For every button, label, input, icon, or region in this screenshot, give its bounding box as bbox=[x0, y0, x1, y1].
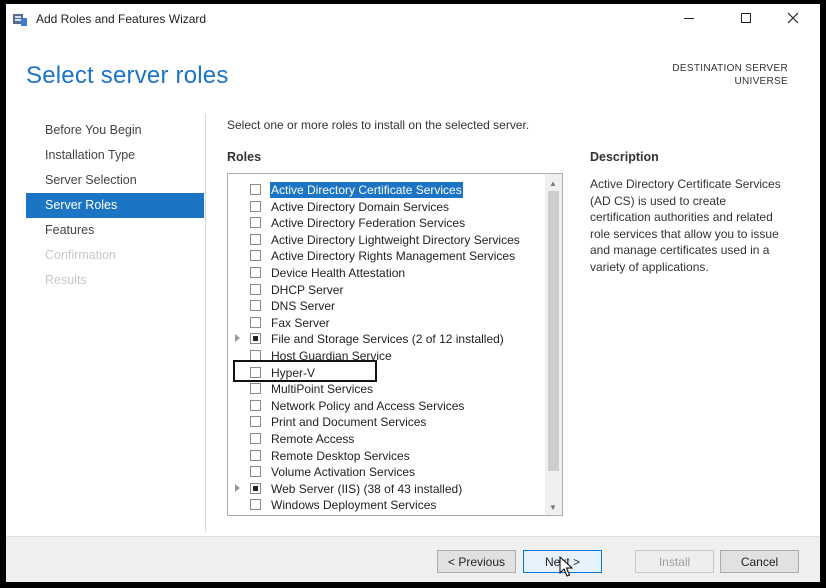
role-label: Active Directory Federation Services bbox=[271, 216, 466, 231]
title-bar[interactable]: Add Roles and Features Wizard bbox=[6, 4, 820, 34]
role-label: File and Storage Services (2 of 12 insta… bbox=[271, 332, 504, 347]
role-row[interactable]: DNS Server bbox=[228, 298, 546, 315]
description-text: Active Directory Certificate Services (A… bbox=[590, 177, 781, 274]
nav-item-features[interactable]: Features bbox=[26, 218, 204, 243]
role-label: Volume Activation Services bbox=[271, 465, 416, 480]
role-label: Remote Desktop Services bbox=[271, 448, 410, 463]
wizard-nav: Before You Begin Installation Type Serve… bbox=[26, 118, 204, 293]
role-row[interactable]: MultiPoint Services bbox=[228, 381, 546, 398]
description-heading: Description bbox=[590, 150, 659, 164]
scroll-up-arrow-icon[interactable]: ▲ bbox=[549, 179, 557, 188]
role-checkbox[interactable] bbox=[250, 482, 261, 494]
role-label: MultiPoint Services bbox=[271, 382, 374, 397]
role-label: Active Directory Domain Services bbox=[271, 199, 450, 214]
role-checkbox[interactable] bbox=[250, 432, 261, 444]
role-label: Network Policy and Access Services bbox=[271, 398, 465, 413]
role-row[interactable]: Remote Desktop Services bbox=[228, 448, 546, 465]
role-checkbox[interactable] bbox=[250, 466, 261, 478]
role-label: Print and Document Services bbox=[271, 415, 427, 430]
role-checkbox[interactable] bbox=[250, 233, 261, 245]
nav-item-results: Results bbox=[45, 273, 87, 287]
install-button: Install bbox=[635, 550, 714, 573]
minimize-button[interactable] bbox=[666, 4, 712, 32]
window-title: Add Roles and Features Wizard bbox=[36, 12, 207, 26]
role-checkbox[interactable] bbox=[250, 283, 261, 295]
role-row[interactable]: Active Directory Domain Services bbox=[228, 199, 546, 216]
role-row[interactable]: Active Directory Lightweight Directory S… bbox=[228, 232, 546, 249]
role-label: DNS Server bbox=[271, 299, 336, 314]
destination-server-info: DESTINATION SERVER UNIVERSE bbox=[672, 62, 788, 88]
close-button[interactable] bbox=[770, 4, 816, 32]
expand-arrow-icon[interactable] bbox=[235, 334, 240, 343]
roles-scrollbar[interactable]: ▲ ▼ bbox=[545, 174, 562, 515]
role-checkbox[interactable] bbox=[250, 399, 261, 411]
wizard-footer: < Previous Next > Install Cancel bbox=[6, 536, 820, 582]
role-checkbox[interactable] bbox=[250, 250, 261, 262]
roles-list-box[interactable]: Active Directory Certificate Services Act… bbox=[227, 173, 563, 516]
minimize-icon bbox=[684, 17, 694, 19]
role-row[interactable]: Device Health Attestation bbox=[228, 265, 546, 282]
nav-item-server-selection[interactable]: Server Selection bbox=[26, 168, 204, 193]
nav-item-installation-type[interactable]: Installation Type bbox=[26, 143, 204, 168]
roles-heading: Roles bbox=[227, 150, 262, 164]
role-checkbox[interactable] bbox=[250, 416, 261, 428]
role-label: DHCP Server bbox=[271, 282, 344, 297]
instruction-text: Select one or more roles to install on t… bbox=[227, 118, 530, 132]
role-label: Windows Deployment Services bbox=[271, 498, 437, 513]
role-label: Active Directory Certificate Services bbox=[270, 182, 463, 198]
expand-arrow-icon[interactable] bbox=[235, 483, 240, 492]
mouse-pointer-icon bbox=[559, 556, 573, 577]
nav-item-server-roles[interactable]: Server Roles bbox=[26, 193, 204, 218]
role-checkbox[interactable] bbox=[250, 383, 261, 395]
role-row[interactable]: Windows Deployment Services bbox=[228, 497, 546, 514]
close-icon bbox=[787, 12, 799, 24]
role-row[interactable]: Network Policy and Access Services bbox=[228, 398, 546, 415]
destination-label: DESTINATION SERVER bbox=[672, 63, 788, 74]
role-checkbox[interactable] bbox=[250, 316, 261, 328]
role-row[interactable]: Print and Document Services bbox=[228, 414, 546, 431]
role-label: Active Directory Lightweight Directory S… bbox=[271, 232, 520, 247]
role-checkbox[interactable] bbox=[250, 333, 261, 345]
role-label: Device Health Attestation bbox=[271, 265, 406, 280]
role-row[interactable]: Active Directory Certificate Services bbox=[228, 182, 546, 199]
role-row[interactable]: Fax Server bbox=[228, 315, 546, 332]
nav-item-before-you-begin[interactable]: Before You Begin bbox=[26, 118, 204, 143]
destination-server-name: UNIVERSE bbox=[734, 76, 788, 87]
role-checkbox[interactable] bbox=[250, 300, 261, 312]
role-label: Web Server (IIS) (38 of 43 installed) bbox=[271, 481, 463, 496]
role-label: Remote Access bbox=[271, 431, 355, 446]
cancel-button[interactable]: Cancel bbox=[720, 550, 799, 573]
role-row[interactable]: File and Storage Services (2 of 12 insta… bbox=[228, 331, 546, 348]
role-label: Active Directory Rights Management Servi… bbox=[271, 249, 516, 264]
nav-item-confirmation: Confirmation bbox=[45, 248, 116, 262]
hyper-v-highlight-box bbox=[233, 360, 377, 382]
scroll-thumb[interactable] bbox=[548, 191, 559, 471]
role-row[interactable]: Active Directory Rights Management Servi… bbox=[228, 248, 546, 265]
server-manager-icon bbox=[13, 14, 27, 26]
nav-divider bbox=[205, 114, 206, 532]
page-title: Select server roles bbox=[26, 62, 229, 89]
maximize-button[interactable] bbox=[723, 4, 769, 32]
role-row[interactable]: Remote Access bbox=[228, 431, 546, 448]
role-checkbox[interactable] bbox=[250, 499, 261, 511]
role-checkbox[interactable] bbox=[250, 200, 261, 212]
role-checkbox[interactable] bbox=[250, 266, 261, 278]
role-row[interactable]: Web Server (IIS) (38 of 43 installed) bbox=[228, 481, 546, 498]
role-checkbox[interactable] bbox=[250, 184, 261, 195]
role-label: Fax Server bbox=[271, 315, 330, 330]
maximize-icon bbox=[741, 13, 751, 23]
roles-list: Active Directory Certificate Services Act… bbox=[228, 182, 546, 514]
role-row[interactable]: Volume Activation Services bbox=[228, 464, 546, 481]
role-checkbox[interactable] bbox=[250, 449, 261, 461]
scroll-down-arrow-icon[interactable]: ▼ bbox=[549, 503, 557, 512]
role-checkbox[interactable] bbox=[250, 217, 261, 229]
role-row[interactable]: DHCP Server bbox=[228, 282, 546, 299]
previous-button[interactable]: < Previous bbox=[437, 550, 516, 573]
role-row[interactable]: Active Directory Federation Services bbox=[228, 215, 546, 232]
wizard-window: Add Roles and Features Wizard Select ser… bbox=[6, 4, 820, 582]
